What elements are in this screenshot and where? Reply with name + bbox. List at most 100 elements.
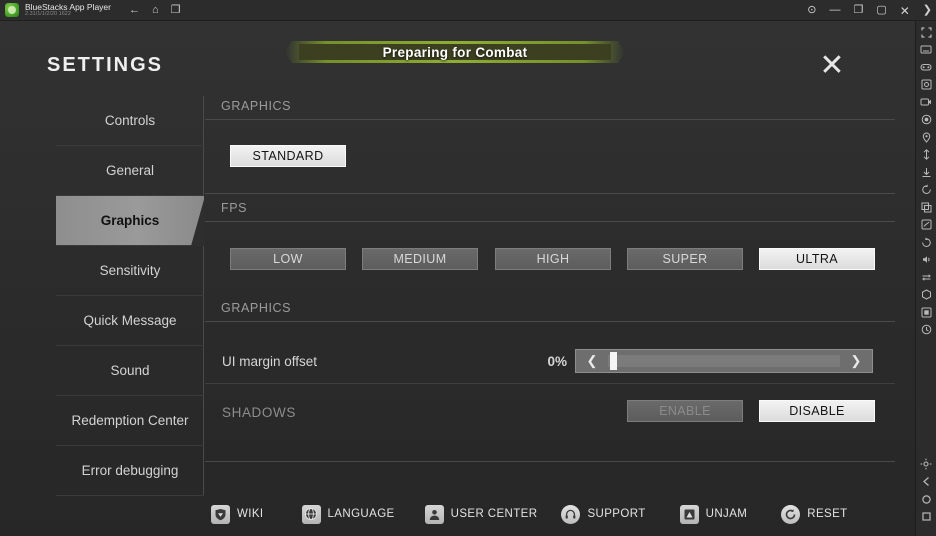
sidebar-item-general[interactable]: General (56, 146, 204, 196)
fps-medium-button[interactable]: MEDIUM (362, 248, 478, 270)
fps-high-button[interactable]: HIGH (495, 248, 611, 270)
globe-icon (301, 504, 321, 524)
sync-icon[interactable] (918, 269, 935, 285)
home-icon[interactable]: ⌂ (152, 4, 159, 16)
install-apk-icon[interactable] (918, 164, 935, 180)
user-center-button[interactable]: USER CENTER (424, 504, 538, 524)
tab-label: Redemption Center (71, 412, 189, 428)
tab-label: Error debugging (81, 463, 179, 478)
sidebar-item-controls[interactable]: Controls (56, 96, 204, 146)
chevron-left-icon[interactable]: ❮ (576, 350, 608, 372)
shake-icon[interactable] (918, 147, 935, 163)
app-title-block: BlueStacks App Player 2.31/1/1/2/20 1622 (25, 1, 111, 18)
keymap-icon[interactable] (918, 42, 935, 58)
back-nav-icon[interactable] (918, 474, 935, 490)
screenshot-icon[interactable] (918, 77, 935, 93)
fps-low-button[interactable]: LOW (230, 248, 346, 270)
tab-label: Controls (104, 113, 156, 128)
window-controls: ⊙ — ❐ ▢ ✕ ❯ (807, 0, 932, 21)
shadows-disable-button[interactable]: DISABLE (759, 400, 875, 422)
reset-button[interactable]: RESET (781, 504, 848, 524)
bottom-item-label: SUPPORT (587, 508, 646, 520)
record-icon[interactable] (918, 112, 935, 128)
home-nav-icon[interactable] (918, 491, 935, 507)
tab-label: Sound (110, 363, 150, 378)
status-banner: Preparing for Combat (285, 41, 625, 63)
slider-fill (608, 355, 840, 367)
macro-icon[interactable] (918, 182, 935, 198)
rotate-icon[interactable] (918, 234, 935, 250)
chevron-icon[interactable]: ❯ (923, 5, 932, 16)
sidebar-item-sound[interactable]: Sound (56, 346, 204, 396)
fullscreen-icon[interactable] (918, 24, 935, 40)
bluestacks-window: BlueStacks App Player 2.31/1/1/2/20 1622… (0, 0, 936, 536)
sidebar-item-redemption-center[interactable]: Redemption Center (56, 396, 204, 446)
gamepad-icon[interactable] (918, 59, 935, 75)
chevron-right-icon[interactable]: ❯ (840, 350, 872, 372)
language-button[interactable]: LANGUAGE (301, 504, 395, 524)
eco-mode-icon[interactable] (918, 217, 935, 233)
graphics-extra-section: GRAPHICS (205, 301, 895, 322)
banner-label: Preparing for Combat (382, 44, 528, 60)
ui-margin-offset-value: 0% (547, 354, 567, 369)
bluestacks-logo-icon (5, 3, 19, 17)
recents-nav-icon[interactable] (918, 509, 935, 525)
user-icon (424, 504, 444, 524)
restore-icon[interactable]: ❐ (853, 5, 863, 16)
tab-label: Quick Message (83, 313, 177, 328)
maximize-icon[interactable]: ▢ (876, 5, 886, 16)
settings-gear-icon[interactable] (918, 456, 935, 472)
copy-paste-icon[interactable] (918, 304, 935, 320)
fps-section: FPS (205, 201, 895, 222)
title-bar: BlueStacks App Player 2.31/1/1/2/20 1622… (0, 0, 936, 21)
section-heading-fps: FPS (221, 201, 248, 215)
sidebar-item-sensitivity[interactable]: Sensitivity (56, 246, 204, 296)
fps-super-button[interactable]: SUPER (627, 248, 743, 270)
wiki-button[interactable]: WIKI (211, 504, 264, 524)
bottom-item-label: RESET (807, 508, 848, 520)
shadows-enable-button[interactable]: ENABLE (627, 400, 743, 422)
unjam-button[interactable]: UNJAM (679, 504, 748, 524)
volume-icon[interactable] (918, 252, 935, 268)
close-icon[interactable]: ✕ (900, 5, 910, 17)
bluestacks-sidebar (915, 21, 936, 536)
bottom-item-label: LANGUAGE (327, 508, 395, 520)
game-viewport: Preparing for Combat SETTINGS ✕ Controls… (0, 21, 915, 536)
ui-margin-offset-slider[interactable]: ❮ ❯ (575, 349, 873, 373)
divider (205, 193, 895, 194)
location-icon[interactable] (918, 129, 935, 145)
section-heading-graphics: GRAPHICS (221, 99, 292, 113)
multi-instance-icon[interactable] (918, 199, 935, 215)
settings-bottom-bar: WIKI LANGUAGE USER CENTER SUPPORT UNJAM … (205, 491, 895, 536)
sidebar-item-quick-message[interactable]: Quick Message (56, 296, 204, 346)
sidebar-pin-icon[interactable] (918, 287, 935, 303)
clock-icon[interactable] (918, 322, 935, 338)
sidebar-item-error-debugging[interactable]: Error debugging (56, 446, 204, 496)
minimize-icon[interactable]: — (829, 5, 840, 16)
divider (205, 321, 895, 322)
divider (205, 461, 895, 462)
support-button[interactable]: SUPPORT (561, 504, 646, 524)
bottom-item-label: WIKI (237, 508, 264, 520)
graphics-preset-standard-button[interactable]: STANDARD (230, 145, 346, 167)
graphics-quality-section: GRAPHICS (205, 99, 895, 120)
headset-icon (561, 504, 581, 524)
tab-label: Graphics (100, 213, 160, 228)
close-settings-button[interactable]: ✕ (812, 47, 852, 85)
app-title: BlueStacks App Player (25, 1, 111, 12)
wiki-shield-icon (211, 504, 230, 524)
sidebar-item-graphics[interactable]: Graphics (56, 196, 205, 246)
tab-label: General (105, 163, 155, 178)
divider (205, 119, 895, 120)
fps-ultra-button[interactable]: ULTRA (759, 248, 875, 270)
arrow-left-icon[interactable]: ← (129, 4, 140, 16)
help-circle-icon[interactable]: ⊙ (807, 5, 816, 16)
reset-icon (781, 504, 801, 524)
ui-margin-offset-label: UI margin offset (222, 354, 318, 369)
camera-icon[interactable] (918, 94, 935, 110)
settings-content: GRAPHICS STANDARD FPS LOW MEDIUM HIGH SU… (205, 93, 895, 493)
tab-label: Sensitivity (99, 263, 161, 278)
slider-handle[interactable] (610, 352, 617, 370)
slider-track[interactable] (608, 350, 840, 372)
copy-icon[interactable]: ❐ (171, 4, 181, 16)
